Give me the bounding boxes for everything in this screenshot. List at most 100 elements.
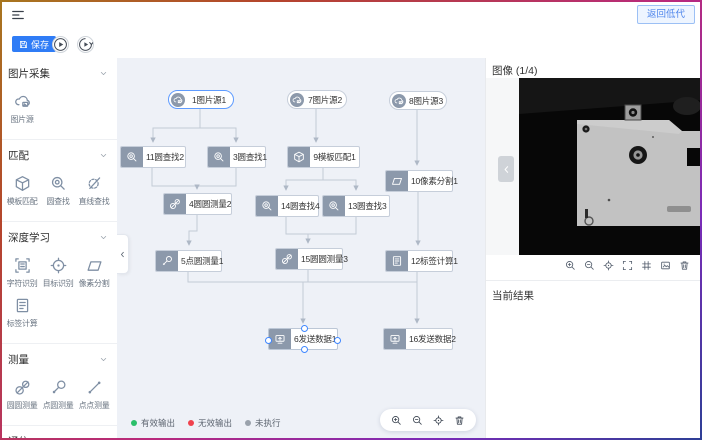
previous-image-button[interactable]: [498, 156, 514, 182]
node-image-source-2[interactable]: 7图片源2: [287, 90, 347, 109]
section-matching[interactable]: 匹配: [0, 140, 117, 165]
image-preview: [486, 78, 702, 255]
node-handle-right[interactable]: [334, 337, 341, 344]
cloud-image-icon: [392, 94, 406, 108]
tool-point-circle-measure[interactable]: 点圆测量: [40, 379, 76, 411]
canvas-toolbar: [380, 409, 476, 431]
section-title: 图片采集: [8, 66, 50, 81]
circle-circle-measure-icon: [276, 249, 298, 269]
template-match-icon: [288, 147, 310, 167]
tool-label: 圆圆测量: [7, 400, 38, 411]
section-title: 通信: [8, 434, 29, 440]
tool-template-match[interactable]: 模板匹配: [4, 175, 40, 207]
section-deep-learning[interactable]: 深度学习: [0, 222, 117, 247]
preview-image[interactable]: [519, 78, 702, 255]
image-panel-title: 图像 (1/4): [492, 63, 538, 78]
cloud-image-icon: [14, 93, 31, 110]
tool-label: 直线查找: [79, 196, 110, 207]
tool-image-source[interactable]: 图片源: [4, 93, 40, 125]
tool-pixel-segment[interactable]: 像素分割: [76, 257, 112, 289]
menu-icon[interactable]: [11, 8, 25, 22]
tool-circle-find[interactable]: 圆查找: [40, 175, 76, 207]
template-match-icon: [14, 175, 31, 192]
fullscreen-icon[interactable]: [622, 260, 633, 271]
preview-toolbar: [565, 260, 690, 271]
circle-find-icon: [50, 175, 67, 192]
legend-invalid-output: 无效输出: [188, 417, 232, 429]
node-point-circle-measure-1[interactable]: 5点圆测量1: [155, 250, 222, 272]
locate-icon[interactable]: [433, 415, 444, 426]
tool-target-detect[interactable]: 目标识别: [40, 257, 76, 289]
locate-icon[interactable]: [603, 260, 614, 271]
run-toolbar: 保存: [0, 30, 702, 59]
sidebar-collapse-handle[interactable]: [117, 234, 129, 274]
tool-ocr[interactable]: 字符识别: [4, 257, 40, 289]
chevron-down-icon: [99, 151, 108, 160]
tool-circle-circle-measure[interactable]: 圆圆测量: [4, 379, 40, 411]
run-once-icon: [78, 37, 93, 52]
node-handle-bottom[interactable]: [301, 346, 308, 353]
tool-label: 图片源: [10, 114, 33, 125]
send-data-icon: [269, 329, 291, 349]
node-circle-find-3[interactable]: 13圆查找3: [322, 195, 390, 217]
cloud-image-icon: [171, 93, 185, 107]
red-dot-icon: [188, 420, 194, 426]
node-circle-find-1[interactable]: 3圆查找1: [207, 146, 266, 168]
current-result-title: 当前结果: [492, 288, 534, 303]
section-title: 测量: [8, 352, 29, 367]
section-measure[interactable]: 测量: [0, 344, 117, 369]
node-send-data-2[interactable]: 16发送数据2: [383, 328, 453, 350]
node-handle-top[interactable]: [301, 325, 308, 332]
node-image-source-3[interactable]: 8图片源3: [389, 91, 447, 110]
ocr-icon: [14, 257, 31, 274]
chevron-left-icon: [502, 165, 511, 174]
tool-label-calc[interactable]: 标签计算: [4, 297, 40, 329]
collapse-icon: [119, 251, 126, 258]
circle-find-icon: [121, 147, 143, 167]
zoom-in-icon[interactable]: [391, 415, 402, 426]
section-title: 匹配: [8, 148, 29, 163]
tool-sidebar: 图片采集 图片源 匹配 模板匹配 圆查找 直线查找: [0, 58, 118, 440]
zoom-in-icon[interactable]: [565, 260, 576, 271]
save-icon: [19, 40, 28, 49]
app-window: 返回低代 保存 图片采集 图片源 匹配: [0, 0, 702, 440]
chevron-down-icon: [99, 233, 108, 242]
delete-icon[interactable]: [454, 415, 465, 426]
section-image-capture[interactable]: 图片采集: [0, 58, 117, 83]
tool-label: 标签计算: [7, 318, 38, 329]
point-circle-measure-icon: [50, 379, 67, 396]
node-circle-find-4[interactable]: 14圆查找4: [255, 195, 319, 217]
chevron-down-icon: [99, 355, 108, 364]
tool-label: 像素分割: [79, 278, 110, 289]
flow-canvas[interactable]: 1图片源1 7图片源2 8图片源3 11圆查找2 3圆查找1 9模板匹配1 10…: [117, 58, 485, 440]
node-circle-circle-measure-3[interactable]: 15圆圆测量3: [275, 248, 343, 270]
pixel-segment-icon: [86, 257, 103, 274]
node-pixel-segment-1[interactable]: 10像素分割1: [385, 170, 453, 192]
save-image-icon[interactable]: [660, 260, 671, 271]
tool-point-point-measure[interactable]: 点点测量: [76, 379, 112, 411]
grid-icon[interactable]: [641, 260, 652, 271]
circle-find-icon: [208, 147, 230, 167]
node-image-source-1[interactable]: 1图片源1: [168, 90, 234, 109]
target-detect-icon: [50, 257, 67, 274]
node-handle-left[interactable]: [265, 337, 272, 344]
circle-circle-measure-icon: [164, 194, 186, 214]
cloud-image-icon: [290, 93, 304, 107]
section-communication[interactable]: 通信: [0, 426, 117, 440]
save-button[interactable]: 保存: [12, 36, 56, 52]
section-title: 深度学习: [8, 230, 50, 245]
node-send-data-1[interactable]: 6发送数据1: [268, 328, 338, 350]
run-button[interactable]: [52, 36, 69, 53]
run-once-button[interactable]: [77, 36, 94, 53]
node-label-calc-1[interactable]: 12标签计算1: [385, 250, 453, 272]
play-icon: [53, 37, 68, 52]
delete-icon[interactable]: [679, 260, 690, 271]
zoom-out-icon[interactable]: [412, 415, 423, 426]
image-result-panel: 图像 (1/4): [485, 58, 702, 440]
zoom-out-icon[interactable]: [584, 260, 595, 271]
back-to-lowcode-button[interactable]: 返回低代: [637, 5, 695, 24]
node-circle-find-2[interactable]: 11圆查找2: [120, 146, 186, 168]
node-template-match-1[interactable]: 9模板匹配1: [287, 146, 360, 168]
tool-line-find[interactable]: 直线查找: [76, 175, 112, 207]
node-circle-circle-measure-2[interactable]: 4圆圆测量2: [163, 193, 232, 215]
